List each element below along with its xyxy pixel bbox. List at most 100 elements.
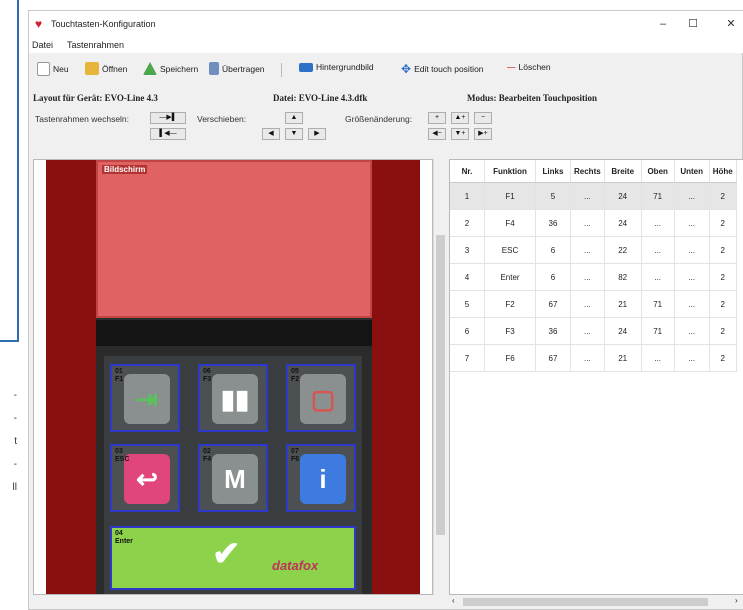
key-position-table: Nr. Funktion Links Rechts Breite Oben Unten Höh… [450,160,737,372]
table-cell: 5 [535,182,571,210]
brand-logo: datafox [272,558,319,573]
table-cell: 1 [450,182,485,210]
table-cell: ... [674,263,710,291]
table-body: 1 F1 5... 24 71... 2 2 F4 36... 24...... 2 3 ESC 6...… [450,182,737,372]
previous-frame-button[interactable]: ▌◀— [150,128,186,140]
table-row[interactable]: 5 F2 67... 21 71... 2 [450,290,737,318]
maximize-button[interactable]: ☐ [681,16,705,32]
table-cell: ... [674,317,710,345]
table-cell: 67 [535,344,571,372]
table-cell: ... [674,290,710,318]
move-up-button[interactable]: ▲ [285,112,303,124]
delete-button[interactable]: — Löschen [507,62,551,72]
device-screen-frame[interactable]: Bildschirm [96,160,372,318]
edit-touch-position-button[interactable]: ✥ Edit touch position [401,62,484,76]
table-row[interactable]: 1 F1 5... 24 71... 2 [450,182,737,210]
table-cell: 2 [709,317,737,345]
table-row[interactable]: 6 F3 36... 24 71... 2 [450,317,737,345]
key-esc-label: 03 ESC [115,448,130,463]
table-cell: ... [641,209,675,237]
key-frame-enter[interactable]: 04 Enter ✔ datafox [110,526,356,590]
move-down-button[interactable]: ▼ [285,128,303,140]
save-icon [143,62,157,75]
table-cell: 6 [450,317,485,345]
table-row[interactable]: 2 F4 36... 24...... 2 [450,209,737,237]
table-scrollbar-thumb[interactable] [463,598,708,606]
table-cell: 36 [535,317,571,345]
open-button-label: Öffnen [102,63,128,74]
table-cell: 24 [604,182,642,210]
new-button[interactable]: Neu [37,62,69,76]
table-cell: 71 [641,290,675,318]
open-button[interactable]: Öffnen [85,62,127,75]
key-frame-f1[interactable]: ⇥ 01 F1 [110,364,180,432]
layout-info: Layout für Gerät: EVO-Line 4.3 [33,93,158,103]
table-cell: F6 [484,344,536,372]
key-enter-label: 04 Enter [115,530,133,545]
table-cell: 2 [709,209,737,237]
move-left-button[interactable]: ◀ [262,128,280,140]
menu-file[interactable]: Datei [32,40,53,50]
key-f3-label: 06 F3 [203,368,212,383]
menu-key-frame[interactable]: Tastenrahmen [67,40,124,50]
table-row[interactable]: 3 ESC 6... 22...... 2 [450,236,737,264]
key-frame-f4[interactable]: M 02 F4 [198,444,268,512]
key-f2-label: 05 F2 [291,368,300,383]
height-plus-button[interactable]: ▲+ [451,112,469,124]
table-cell: 22 [604,236,642,264]
canvas-scrollbar-thumb[interactable] [436,235,445,535]
key-frame-f2[interactable]: ▢ 05 F2 [286,364,356,432]
save-button-label: Speichern [160,63,199,74]
canvas-scrollbar[interactable] [433,159,447,595]
table-row[interactable]: 4 Enter 6... 82...... 2 [450,263,737,291]
next-frame-button[interactable]: —▶▌ [150,112,186,124]
table-cell: 2 [709,182,737,210]
scroll-left-icon[interactable]: ‹ [452,596,455,605]
column-header[interactable]: Nr. [450,160,485,183]
table-scrollbar[interactable]: ‹ › [449,595,743,609]
table-cell: ... [570,344,605,372]
table-cell: F1 [484,182,536,210]
column-header[interactable]: Höhe [709,160,737,183]
folder-icon [85,62,99,75]
table-cell: 4 [450,263,485,291]
height-minus-button[interactable]: ▼+ [451,128,469,140]
background-image-button[interactable]: Hintergrundbild [299,62,374,72]
keypad: ⇥ 01 F1 ▮▮ 06 F3 ▢ 05 F2 ↩ 03 ESC M 02 F… [104,356,362,594]
table-cell: 24 [604,317,642,345]
file-info: Datei: EVO-Line 4.3.dfk [273,93,368,103]
table-row[interactable]: 7 F6 67... 21...... 2 [450,344,737,372]
grow-button[interactable]: + [428,112,446,124]
save-button[interactable]: Speichern [143,62,198,75]
table-cell: ESC [484,236,536,264]
move-right-button[interactable]: ▶ [308,128,326,140]
close-button[interactable]: ✕ [719,16,743,32]
width-minus-button[interactable]: ◀− [428,128,446,140]
table-cell: 21 [604,344,642,372]
scroll-right-icon[interactable]: › [735,596,738,605]
table-cell: 5 [450,290,485,318]
column-header[interactable]: Unten [674,160,710,183]
app-window: ♥ Touchtasten-Konfiguration – ☐ ✕ Datei … [28,10,743,610]
column-header[interactable]: Oben [641,160,675,183]
table-cell: 71 [641,317,675,345]
app-heart-icon: ♥ [35,17,43,31]
minimize-button[interactable]: – [651,16,675,32]
table-cell: 67 [535,290,571,318]
key-frame-f3[interactable]: ▮▮ 06 F3 [198,364,268,432]
column-header[interactable]: Breite [604,160,642,183]
device-canvas[interactable]: Bildschirm ⇥ 01 F1 ▮▮ 06 F3 ▢ 05 F2 ↩ 03… [33,159,433,595]
table-cell: ... [570,263,605,291]
key-f2-symbol-icon: ▢ [300,374,346,424]
width-plus-button[interactable]: ▶+ [474,128,492,140]
transfer-icon [209,62,219,75]
transfer-button[interactable]: Übertragen [209,62,265,75]
column-header[interactable]: Links [535,160,571,183]
key-frame-esc[interactable]: ↩ 03 ESC [110,444,180,512]
key-frame-f6[interactable]: i 07 F6 [286,444,356,512]
column-header[interactable]: Rechts [570,160,605,183]
column-header[interactable]: Funktion [484,160,536,183]
switch-frame-label: Tastenrahmen wechseln: [35,114,130,124]
shrink-button[interactable]: − [474,112,492,124]
side-frame [0,0,19,342]
